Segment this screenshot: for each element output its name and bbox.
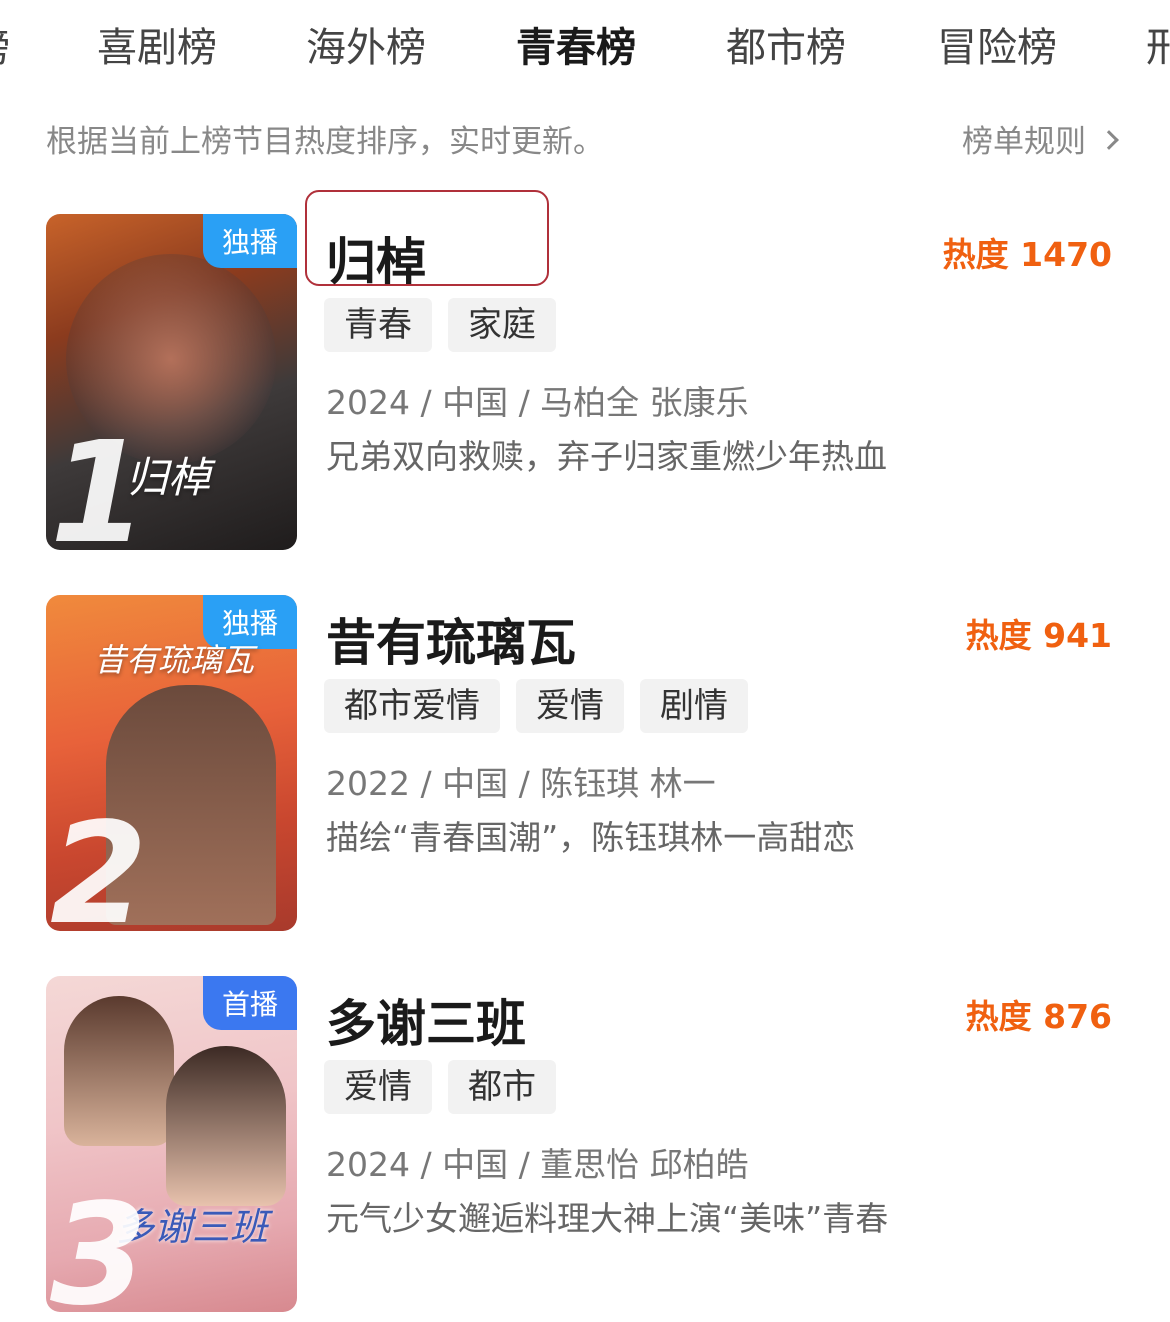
- list-item[interactable]: 独播 归棹 1 归棹 热度 1470 青春 家庭 2024 / 中国 / 马柏全…: [0, 190, 1170, 554]
- tab-partial-right[interactable]: 刑: [1146, 24, 1170, 72]
- tag[interactable]: 家庭: [448, 298, 556, 352]
- category-tabs: 榜 喜剧榜 海外榜 青春榜 都市榜 冒险榜 刑: [0, 0, 1170, 100]
- show-summary: 兄弟双向救赎，弃子归家重燃少年热血: [326, 437, 887, 476]
- tag-list: 爱情 都市: [324, 1060, 556, 1114]
- show-title[interactable]: 归棹: [326, 222, 426, 294]
- list-item[interactable]: 独播 昔有琉璃瓦 2 昔有琉璃瓦 热度 941 都市爱情 爱情 剧情 2022 …: [0, 595, 1170, 935]
- poster-title-art: 昔有琉璃瓦: [94, 641, 255, 679]
- ranking-description: 根据当前上榜节目热度排序，实时更新。: [46, 124, 604, 160]
- show-summary: 描绘“青春国潮”，陈钰琪林一高甜恋: [326, 818, 856, 857]
- list-item[interactable]: 首播 多谢三班 3 多谢三班 热度 876 爱情 都市 2024 / 中国 / …: [0, 976, 1170, 1316]
- tab-overseas[interactable]: 海外榜: [306, 24, 426, 72]
- tab-comedy[interactable]: 喜剧榜: [97, 24, 217, 72]
- show-title[interactable]: 昔有琉璃瓦: [326, 603, 576, 675]
- show-title[interactable]: 多谢三班: [326, 984, 526, 1056]
- heat-score: 热度 1470: [942, 235, 1112, 274]
- tag[interactable]: 青春: [324, 298, 432, 352]
- tab-urban[interactable]: 都市榜: [726, 24, 846, 72]
- tag[interactable]: 爱情: [516, 679, 624, 733]
- chevron-right-icon: [1099, 130, 1119, 150]
- poster-image[interactable]: 首播 多谢三班 3: [46, 976, 297, 1312]
- show-meta: 2024 / 中国 / 马柏全 张康乐: [326, 383, 749, 422]
- ranking-rules-link[interactable]: 榜单规则: [962, 116, 1119, 161]
- tab-youth[interactable]: 青春榜: [516, 24, 636, 72]
- tag[interactable]: 都市爱情: [324, 679, 500, 733]
- rank-number: 1: [50, 412, 148, 551]
- exclusive-badge: 独播: [203, 214, 297, 268]
- tag[interactable]: 都市: [448, 1060, 556, 1114]
- tag[interactable]: 剧情: [640, 679, 748, 733]
- poster-figure: [64, 996, 174, 1146]
- premiere-badge: 首播: [203, 976, 297, 1030]
- tag-list: 青春 家庭: [324, 298, 556, 352]
- show-summary: 元气少女邂逅料理大神上演“美味”青春: [326, 1199, 889, 1238]
- tab-partial-left[interactable]: 榜: [0, 24, 10, 72]
- ranking-subheader: 根据当前上榜节目热度排序，实时更新。 榜单规则: [46, 116, 1126, 160]
- tag-list: 都市爱情 爱情 剧情: [324, 679, 748, 733]
- tab-adventure[interactable]: 冒险榜: [937, 24, 1057, 72]
- rank-number: 2: [50, 793, 148, 932]
- rules-link-label: 榜单规则: [962, 124, 1086, 160]
- show-meta: 2022 / 中国 / 陈钰琪 林一: [326, 764, 716, 803]
- poster-figure: [166, 1046, 286, 1206]
- tag[interactable]: 爱情: [324, 1060, 432, 1114]
- heat-score: 热度 941: [965, 616, 1112, 655]
- poster-image[interactable]: 独播 昔有琉璃瓦 2: [46, 595, 297, 931]
- show-meta: 2024 / 中国 / 董思怡 邱柏皓: [326, 1145, 749, 1184]
- poster-image[interactable]: 独播 归棹 1: [46, 214, 297, 550]
- rank-number: 3: [50, 1174, 148, 1313]
- heat-score: 热度 876: [965, 997, 1112, 1036]
